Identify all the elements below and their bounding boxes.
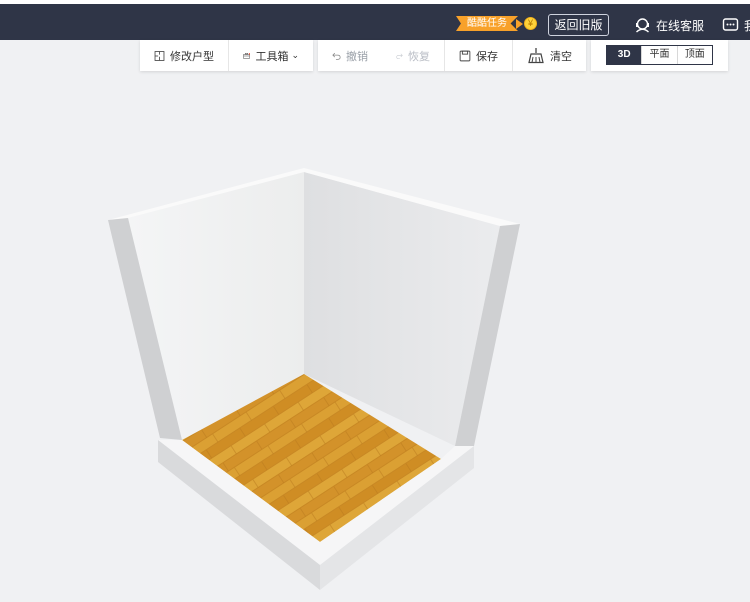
- room-3d-canvas[interactable]: [0, 0, 750, 602]
